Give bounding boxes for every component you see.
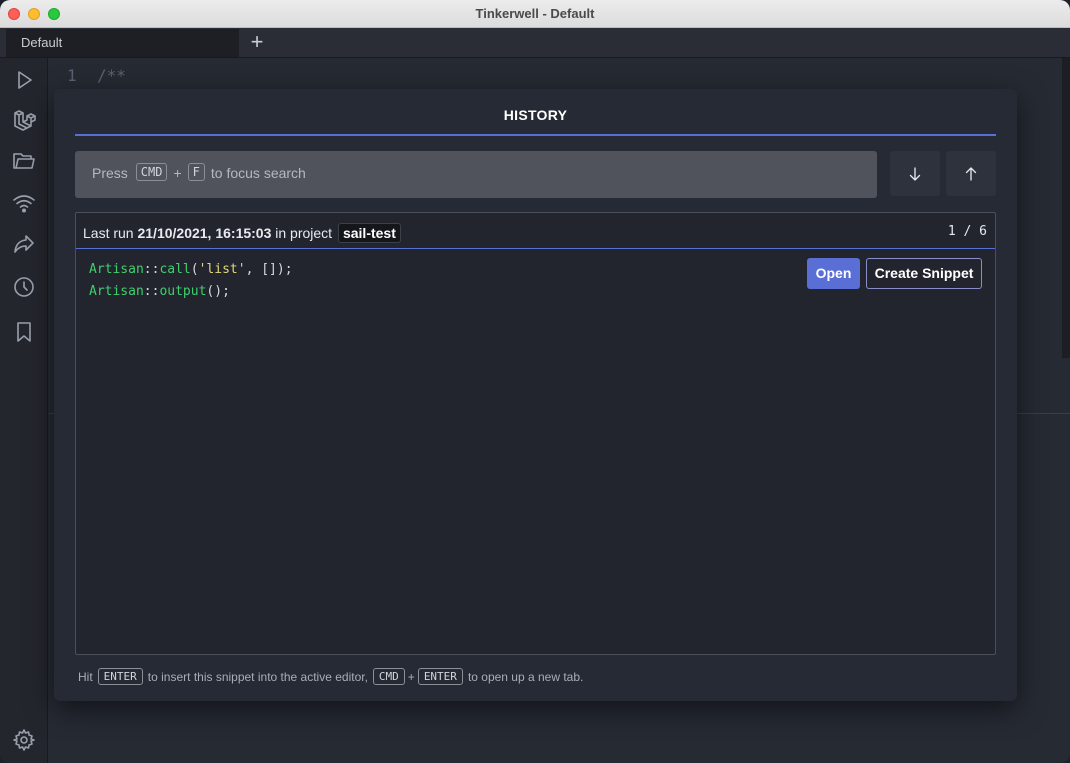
sidebar (0, 58, 48, 763)
clock-icon[interactable] (12, 275, 36, 299)
title-divider (75, 134, 996, 136)
cmd-key: CMD (372, 668, 405, 685)
search-suffix-text: to focus search (210, 165, 306, 181)
editor-first-line: /** (97, 66, 126, 85)
tab-bar: Default + (0, 28, 1070, 58)
entry-counter: 1 / 6 (947, 224, 987, 239)
hint-hit: Hit (78, 669, 93, 684)
history-entry-header: Last run 21/10/2021, 16:15:03 in project… (76, 213, 995, 249)
app-window: Tinkerwell - Default Default + 1 /** HIS… (0, 0, 1070, 763)
tab-default[interactable]: Default (6, 29, 239, 57)
gear-icon[interactable] (12, 728, 36, 752)
history-search-input[interactable]: Press CMD + F to focus search (75, 151, 877, 198)
code-class: Artisan (89, 284, 144, 299)
window-title: Tinkerwell - Default (475, 6, 595, 21)
project-badge: sail-test (337, 223, 401, 243)
code-sep: :: (143, 284, 160, 299)
history-entry-panel: Last run 21/10/2021, 16:15:03 in project… (75, 212, 996, 655)
title-bar: Tinkerwell - Default (0, 0, 1070, 28)
enter-key: ENTER (97, 668, 143, 685)
next-entry-button[interactable] (890, 151, 940, 196)
laravel-icon[interactable] (12, 108, 36, 132)
wifi-icon[interactable] (12, 191, 36, 215)
arrow-down-icon (909, 166, 921, 181)
code-string: 'list' (198, 262, 246, 277)
history-footer-hint: Hit ENTER to insert this snippet into th… (78, 668, 583, 685)
hint-plus: + (407, 669, 415, 684)
enter-key: ENTER (417, 668, 463, 685)
folder-icon[interactable] (12, 149, 36, 173)
share-icon[interactable] (12, 232, 36, 256)
search-press-text: Press (92, 165, 128, 181)
last-run-label: Last run (83, 225, 134, 241)
hint-text-2: to open up a new tab. (467, 669, 584, 684)
new-tab-button[interactable]: + (247, 30, 267, 54)
code-class: Artisan (89, 262, 144, 277)
arrow-up-icon (965, 166, 977, 181)
line-number: 1 (67, 66, 77, 85)
code-rest: (); (206, 284, 230, 299)
snippet-code: Artisan::call('list', []); Artisan::outp… (89, 259, 293, 303)
code-function: call (159, 262, 191, 277)
code-paren: ( (190, 262, 199, 277)
previous-entry-button[interactable] (946, 151, 996, 196)
hint-text-1: to insert this snippet into the active e… (147, 669, 368, 684)
search-plus-text: + (173, 165, 182, 181)
editor-scrollbar[interactable] (1062, 58, 1070, 358)
code-function: output (159, 284, 207, 299)
in-project-label: in project (275, 225, 333, 241)
code-line: Artisan::call('list', []); (89, 259, 293, 281)
open-button[interactable]: Open (807, 258, 860, 289)
f-key: F (187, 163, 205, 181)
run-timestamp: 21/10/2021, 16:15:03 (137, 225, 272, 241)
code-rest: , []); (245, 262, 293, 277)
create-snippet-button[interactable]: Create Snippet (866, 258, 982, 289)
code-sep: :: (143, 262, 160, 277)
history-modal: HISTORY Press CMD + F to focus search La… (54, 89, 1017, 701)
bookmark-icon[interactable] (12, 320, 36, 344)
code-line: Artisan::output(); (89, 281, 293, 303)
cmd-key: CMD (135, 163, 168, 181)
play-icon[interactable] (12, 68, 36, 92)
history-title: HISTORY (503, 107, 568, 123)
